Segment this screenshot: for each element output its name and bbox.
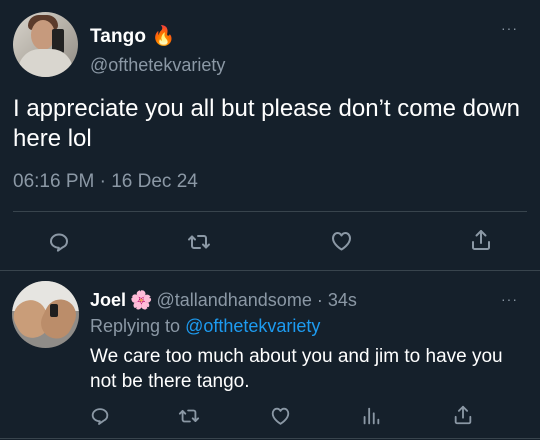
reply-author-avatar[interactable] [12,281,79,348]
tweet-timestamp[interactable]: 06:16 PM · 16 Dec 24 [13,171,198,193]
author-name[interactable]: Tango [90,26,146,47]
reply-author-handle[interactable]: @tallandhandsome [156,290,311,310]
analytics-icon[interactable] [360,405,382,427]
tweet-date: 16 Dec 24 [111,171,198,192]
like-icon[interactable] [269,405,292,427]
retweet-icon[interactable] [187,230,211,254]
reply-time[interactable]: 34s [328,290,357,310]
reply-time-separator: · [311,290,328,310]
reply-more-options-icon[interactable]: ··· [501,291,518,307]
reply-author-name[interactable]: Joel [90,290,126,310]
avatar-watch [50,304,58,317]
replying-to-label: Replying to [90,316,186,336]
author-avatar[interactable] [13,12,78,77]
reply-icon[interactable] [47,230,71,254]
cherry-blossom-emoji-icon: 🌸 [130,290,153,310]
timestamp-separator: · [94,171,112,192]
more-options-icon[interactable]: ··· [501,20,518,36]
divider [0,270,540,271]
retweet-icon[interactable] [178,405,200,427]
author-handle[interactable]: @ofthetekvariety [90,55,225,76]
avatar-shirt [18,49,73,77]
reply-header: Joel 🌸 @tallandhandsome · 34s [90,290,357,311]
fire-emoji-icon: 🔥 [151,26,176,47]
reply-text: We care too much about you and jim to ha… [90,346,503,392]
tweet-time: 06:16 PM [13,171,95,192]
like-icon[interactable] [329,229,354,253]
replying-to-link[interactable]: @ofthetekvariety [185,316,320,336]
replying-to: Replying to @ofthetekvariety [90,316,320,337]
reply-icon[interactable] [89,405,111,427]
share-icon[interactable] [452,404,474,426]
share-icon[interactable] [469,228,493,252]
divider [13,211,527,212]
author-name-row[interactable]: Tango 🔥 [90,24,175,48]
tweet-text: I appreciate you all but please don’t co… [13,95,520,152]
divider [0,438,540,439]
